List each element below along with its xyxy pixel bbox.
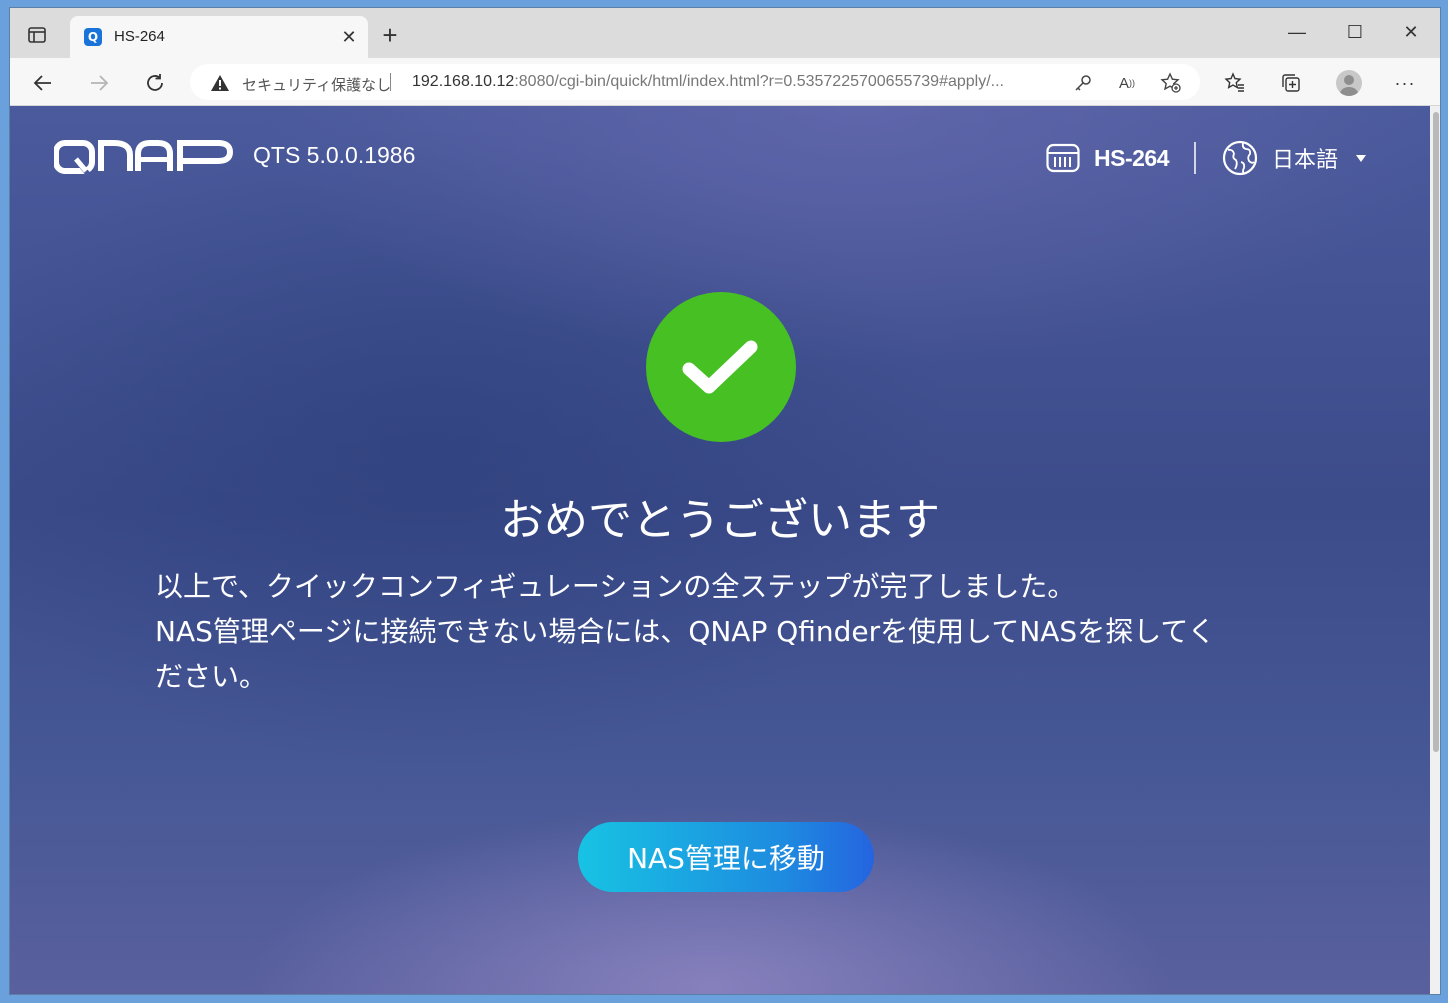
- new-tab-button[interactable]: +: [376, 22, 404, 50]
- window-close-icon[interactable]: ✕: [1388, 18, 1434, 46]
- browser-window: Q HS-264 ✕ + — ☐ ✕ セキュリティ保護なし 192.168.10…: [9, 7, 1441, 995]
- browser-tab[interactable]: Q HS-264 ✕: [70, 16, 368, 58]
- language-selector[interactable]: 日本語: [1222, 140, 1367, 176]
- url-path: :8080/cgi-bin/quick/html/index.html?r=0.…: [514, 73, 1004, 90]
- nas-device-icon: [1046, 143, 1080, 173]
- profile-avatar[interactable]: [1334, 68, 1364, 98]
- device-name: HS-264: [1094, 144, 1169, 171]
- minimize-icon[interactable]: —: [1274, 18, 1320, 46]
- favorites-icon[interactable]: [1220, 68, 1250, 98]
- page-scrollbar[interactable]: [1430, 106, 1440, 994]
- more-menu-icon[interactable]: ···: [1390, 68, 1420, 98]
- close-tab-icon[interactable]: ✕: [338, 26, 360, 48]
- scrollbar-thumb[interactable]: [1433, 112, 1439, 752]
- language-label: 日本語: [1272, 148, 1339, 173]
- key-icon[interactable]: [1072, 72, 1094, 94]
- back-arrow-icon[interactable]: [28, 68, 58, 98]
- page-content: QTS 5.0.0.1986 HS-264 日本語 おめでとうございます 以上で…: [10, 106, 1430, 994]
- security-label[interactable]: セキュリティ保護なし: [242, 74, 391, 95]
- maximize-icon[interactable]: ☐: [1332, 18, 1378, 46]
- go-to-nas-admin-button[interactable]: NAS管理に移動: [578, 822, 874, 892]
- message-line: 以上で、クイックコンフィギュレーションの全ステップが完了しました。: [155, 570, 1076, 603]
- success-check-icon: [646, 292, 796, 442]
- tab-actions-icon[interactable]: [24, 22, 50, 48]
- forward-arrow-icon[interactable]: [84, 68, 114, 98]
- message-line: ださい。: [155, 660, 268, 693]
- browser-toolbar: セキュリティ保護なし 192.168.10.12:8080/cgi-bin/qu…: [10, 58, 1440, 106]
- refresh-icon[interactable]: [140, 68, 170, 98]
- globe-icon: [1222, 140, 1258, 176]
- header-divider: [1194, 142, 1196, 174]
- message-line: NAS管理ページに接続できない場合には、QNAP Qfinderを使用してNAS…: [155, 615, 1216, 648]
- read-aloud-icon[interactable]: A)): [1116, 72, 1138, 94]
- completion-message: 以上で、クイックコンフィギュレーションの全ステップが完了しました。 NAS管理ペ…: [155, 564, 1285, 699]
- add-favorite-icon[interactable]: [1160, 72, 1182, 94]
- collections-icon[interactable]: [1276, 68, 1306, 98]
- url-host: 192.168.10.12: [412, 73, 515, 90]
- qnap-logo: [53, 140, 234, 179]
- tab-title: HS-264: [114, 28, 165, 45]
- address-divider: [390, 73, 391, 91]
- avatar: [1336, 70, 1362, 96]
- qts-version: QTS 5.0.0.1986: [253, 142, 416, 168]
- address-bar[interactable]: セキュリティ保護なし 192.168.10.12:8080/cgi-bin/qu…: [190, 64, 1200, 100]
- url-text[interactable]: 192.168.10.12:8080/cgi-bin/quick/html/in…: [412, 73, 1004, 91]
- caret-down-icon: [1356, 154, 1367, 162]
- device-info: HS-264: [1046, 142, 1169, 174]
- qnap-favicon-icon: Q: [84, 28, 102, 46]
- tab-strip: Q HS-264 ✕ + — ☐ ✕: [10, 8, 1440, 58]
- page-title: おめでとうございます: [500, 495, 940, 546]
- warning-icon[interactable]: [210, 74, 230, 97]
